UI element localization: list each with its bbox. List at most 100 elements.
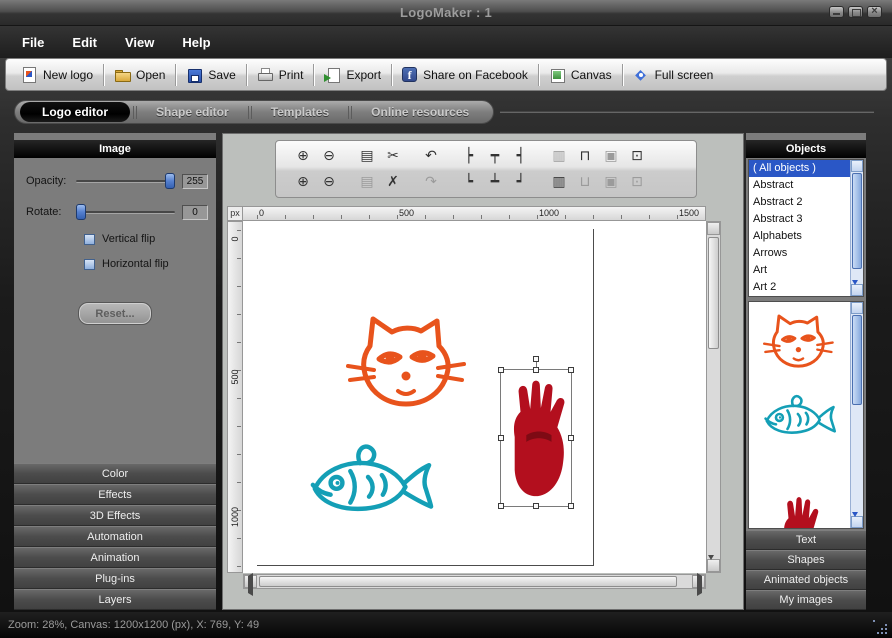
canvas-horizontal-scrollbar[interactable] bbox=[243, 574, 706, 589]
copy-icon[interactable]: ▤ bbox=[354, 144, 380, 168]
scroll-right-button[interactable] bbox=[692, 575, 705, 588]
redo-icon[interactable]: ↷ bbox=[418, 170, 444, 194]
selection-handle-n[interactable] bbox=[533, 367, 539, 373]
title-bar[interactable]: LogoMaker : 1 bbox=[0, 0, 892, 26]
minimize-button[interactable] bbox=[829, 6, 844, 18]
crop-icon[interactable]: ⊡ bbox=[624, 170, 650, 194]
menu-file[interactable]: File bbox=[22, 35, 44, 50]
undo-icon[interactable]: ↶ bbox=[418, 144, 444, 168]
section-layers[interactable]: Layers bbox=[14, 589, 216, 610]
category-art[interactable]: Art bbox=[749, 262, 850, 279]
align-center-icon[interactable]: ┙ bbox=[508, 170, 534, 194]
scroll-down-button[interactable] bbox=[707, 559, 720, 572]
horizontal-scroll-thumb[interactable] bbox=[259, 576, 677, 587]
section-animation[interactable]: Animation bbox=[14, 547, 216, 568]
rotate-slider[interactable] bbox=[76, 204, 175, 220]
preview-scroll-thumb[interactable] bbox=[852, 315, 862, 405]
section-plug-ins[interactable]: Plug-ins bbox=[14, 568, 216, 589]
section-automation[interactable]: Automation bbox=[14, 526, 216, 547]
paste-icon[interactable]: ▤ bbox=[354, 170, 380, 194]
menu-view[interactable]: View bbox=[125, 35, 154, 50]
transform-icon[interactable]: ⊡ bbox=[624, 144, 650, 168]
category-alphabets[interactable]: Alphabets bbox=[749, 228, 850, 245]
section-effects[interactable]: Effects bbox=[14, 484, 216, 505]
shapes-section-button[interactable]: Shapes bbox=[746, 550, 866, 570]
menu-edit[interactable]: Edit bbox=[72, 35, 97, 50]
selection-handle-se[interactable] bbox=[568, 503, 574, 509]
zoom-out-icon[interactable]: ⊖ bbox=[316, 144, 342, 168]
category-arrows[interactable]: Arrows bbox=[749, 245, 850, 262]
canvas-area[interactable]: ⊕ ⊖ ▤ ✂ ↶ ┝ ┯ ┥ ▥ ⊓ ▣ ⊡ ⊕ ⊖ ▤ bbox=[222, 133, 744, 610]
scroll-left-button[interactable] bbox=[244, 575, 257, 588]
share-facebook-button[interactable]: Share on Facebook bbox=[393, 62, 537, 88]
selection-handle-sw[interactable] bbox=[498, 503, 504, 509]
align-left-icon[interactable]: ┝ bbox=[456, 144, 482, 168]
cat-face-object[interactable] bbox=[346, 305, 468, 411]
delete-icon[interactable]: ✗ bbox=[380, 170, 406, 194]
close-button[interactable] bbox=[867, 6, 882, 18]
category-abstract[interactable]: Abstract bbox=[749, 177, 850, 194]
opacity-value-field[interactable]: 255 bbox=[182, 174, 208, 189]
my-images-section-button[interactable]: My images bbox=[746, 590, 866, 610]
canvas-button[interactable]: Canvas bbox=[540, 62, 621, 88]
reset-button[interactable]: Reset... bbox=[78, 302, 152, 325]
full-screen-button[interactable]: Full screen bbox=[624, 62, 723, 88]
category-list-scrollbar[interactable] bbox=[850, 160, 863, 296]
selection-box[interactable] bbox=[500, 369, 572, 507]
selection-handle-w[interactable] bbox=[498, 435, 504, 441]
cat-thumbnail[interactable] bbox=[763, 308, 835, 370]
rotate-slider-track[interactable] bbox=[76, 211, 175, 214]
export-button[interactable]: Export bbox=[315, 62, 390, 88]
category-art-2[interactable]: Art 2 bbox=[749, 279, 850, 296]
fish-object[interactable] bbox=[305, 437, 435, 517]
new-logo-button[interactable]: New logo bbox=[12, 62, 102, 88]
lock-icon[interactable]: ⊓ bbox=[572, 144, 598, 168]
section-3d-effects[interactable]: 3D Effects bbox=[14, 505, 216, 526]
section-color[interactable]: Color bbox=[14, 463, 216, 484]
selection-handle-ne[interactable] bbox=[568, 367, 574, 373]
duplicate-icon[interactable]: ▥ bbox=[546, 144, 572, 168]
unlock-icon[interactable]: ⊔ bbox=[572, 170, 598, 194]
category-scroll-thumb[interactable] bbox=[852, 173, 862, 269]
scroll-down-button[interactable] bbox=[851, 516, 863, 528]
scroll-down-button[interactable] bbox=[851, 284, 863, 296]
tab-online-resources[interactable]: Online resources bbox=[355, 102, 485, 122]
zoom-selection-icon[interactable]: ⊕ bbox=[290, 170, 316, 194]
resize-grip-icon[interactable] bbox=[873, 620, 887, 634]
fish-thumbnail[interactable] bbox=[761, 390, 837, 438]
selection-handle-nw[interactable] bbox=[498, 367, 504, 373]
vertical-flip-checkbox[interactable] bbox=[84, 234, 95, 245]
maximize-button[interactable] bbox=[848, 6, 863, 18]
zoom-in-icon[interactable]: ⊕ bbox=[290, 144, 316, 168]
rotate-value-field[interactable]: 0 bbox=[182, 205, 208, 220]
opacity-slider-track[interactable] bbox=[76, 180, 175, 183]
tab-shape-editor[interactable]: Shape editor bbox=[140, 102, 245, 122]
send-backward-icon[interactable]: ▣ bbox=[598, 170, 624, 194]
bring-forward-icon[interactable]: ▣ bbox=[598, 144, 624, 168]
zoom-fit-icon[interactable]: ⊖ bbox=[316, 170, 342, 194]
align-right-icon[interactable]: ┥ bbox=[508, 144, 534, 168]
canvas-page[interactable] bbox=[243, 221, 706, 573]
scroll-up-button[interactable] bbox=[707, 222, 720, 235]
align-bottom-icon[interactable]: ┕ bbox=[456, 170, 482, 194]
canvas-vertical-scrollbar[interactable] bbox=[706, 221, 721, 573]
selection-handle-s[interactable] bbox=[533, 503, 539, 509]
save-button[interactable]: Save bbox=[177, 62, 244, 88]
category-all-objects[interactable]: ( All objects ) bbox=[749, 160, 850, 177]
open-button[interactable]: Open bbox=[105, 62, 174, 88]
selection-handle-e[interactable] bbox=[568, 435, 574, 441]
hand-thumbnail[interactable] bbox=[778, 494, 820, 529]
vertical-scroll-thumb[interactable] bbox=[708, 237, 719, 349]
text-section-button[interactable]: Text bbox=[746, 530, 866, 550]
opacity-slider-thumb[interactable] bbox=[165, 173, 175, 189]
print-button[interactable]: Print bbox=[248, 62, 313, 88]
scroll-up-button[interactable] bbox=[851, 160, 863, 172]
align-middle-icon[interactable]: ┷ bbox=[482, 170, 508, 194]
menu-help[interactable]: Help bbox=[182, 35, 210, 50]
category-abstract-2[interactable]: Abstract 2 bbox=[749, 194, 850, 211]
rotate-slider-thumb[interactable] bbox=[76, 204, 86, 220]
animated-objects-section-button[interactable]: Animated objects bbox=[746, 570, 866, 590]
copy-style-icon[interactable]: ▥ bbox=[546, 170, 572, 194]
scroll-up-button[interactable] bbox=[851, 302, 863, 314]
rotation-handle[interactable] bbox=[533, 356, 539, 362]
